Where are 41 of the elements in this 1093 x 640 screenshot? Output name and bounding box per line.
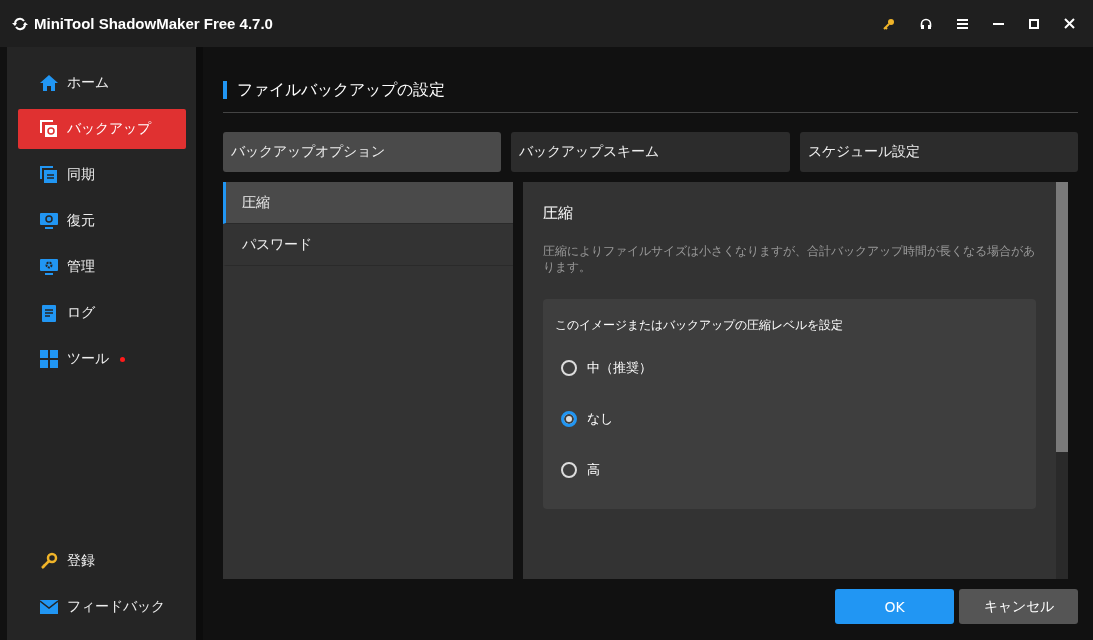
scrollbar[interactable] — [1056, 182, 1068, 579]
sidebar-item[interactable]: 同期 — [18, 155, 186, 195]
radio-label: 中（推奨） — [587, 358, 652, 377]
sidebar-item[interactable]: ツール — [18, 339, 186, 379]
monitor-gear-icon — [40, 258, 58, 276]
sidebar-item[interactable]: 復元 — [18, 201, 186, 241]
tab[interactable]: スケジュール設定 — [799, 132, 1078, 172]
sidebar-item[interactable]: ホーム — [18, 63, 186, 103]
sync-icon — [40, 166, 58, 184]
description-text: 圧縮によりファイルサイズは小さくなりますが、合計バックアップ時間が長くなる場合があります。 — [543, 243, 1036, 275]
option-item[interactable]: 圧縮 — [223, 182, 513, 224]
group-label: このイメージまたはバックアップの圧縮レベルを設定 — [555, 317, 844, 334]
mail-icon — [40, 598, 58, 616]
maximize-icon[interactable] — [1029, 18, 1039, 29]
key-icon — [40, 552, 58, 570]
section-heading: ファイルバックアップの設定 — [223, 81, 1078, 99]
monitor-icon — [40, 212, 58, 230]
detail-title: 圧縮 — [543, 204, 574, 223]
home-icon — [40, 74, 58, 92]
sidebar-item[interactable]: 管理 — [18, 247, 186, 287]
option-item[interactable]: パスワード — [223, 224, 513, 266]
sidebar-item[interactable]: 登録 — [18, 541, 186, 581]
radio-label: 高 — [587, 460, 600, 479]
tab[interactable]: バックアップオプション — [223, 132, 502, 172]
sidebar-item[interactable]: フィードバック — [18, 587, 186, 627]
window-title: MiniTool ShadowMaker Free 4.7.0 — [34, 15, 273, 32]
tab[interactable]: バックアップスキーム — [511, 132, 790, 172]
cancel-button[interactable]: キャンセル — [959, 589, 1078, 624]
headset-icon[interactable] — [920, 17, 932, 30]
radio-label: なし — [587, 409, 613, 428]
backup-icon — [40, 120, 58, 138]
close-icon[interactable] — [1064, 18, 1075, 29]
sidebar-item[interactable]: ログ — [18, 293, 186, 333]
sidebar-item[interactable]: バックアップ — [18, 109, 186, 149]
radio-button[interactable] — [561, 410, 577, 427]
minimize-icon[interactable] — [993, 22, 1004, 25]
logo-icon — [12, 15, 28, 32]
clipboard-icon — [40, 304, 58, 322]
menu-icon[interactable] — [957, 18, 968, 29]
key-icon[interactable] — [883, 17, 895, 30]
grid-icon — [40, 350, 58, 368]
